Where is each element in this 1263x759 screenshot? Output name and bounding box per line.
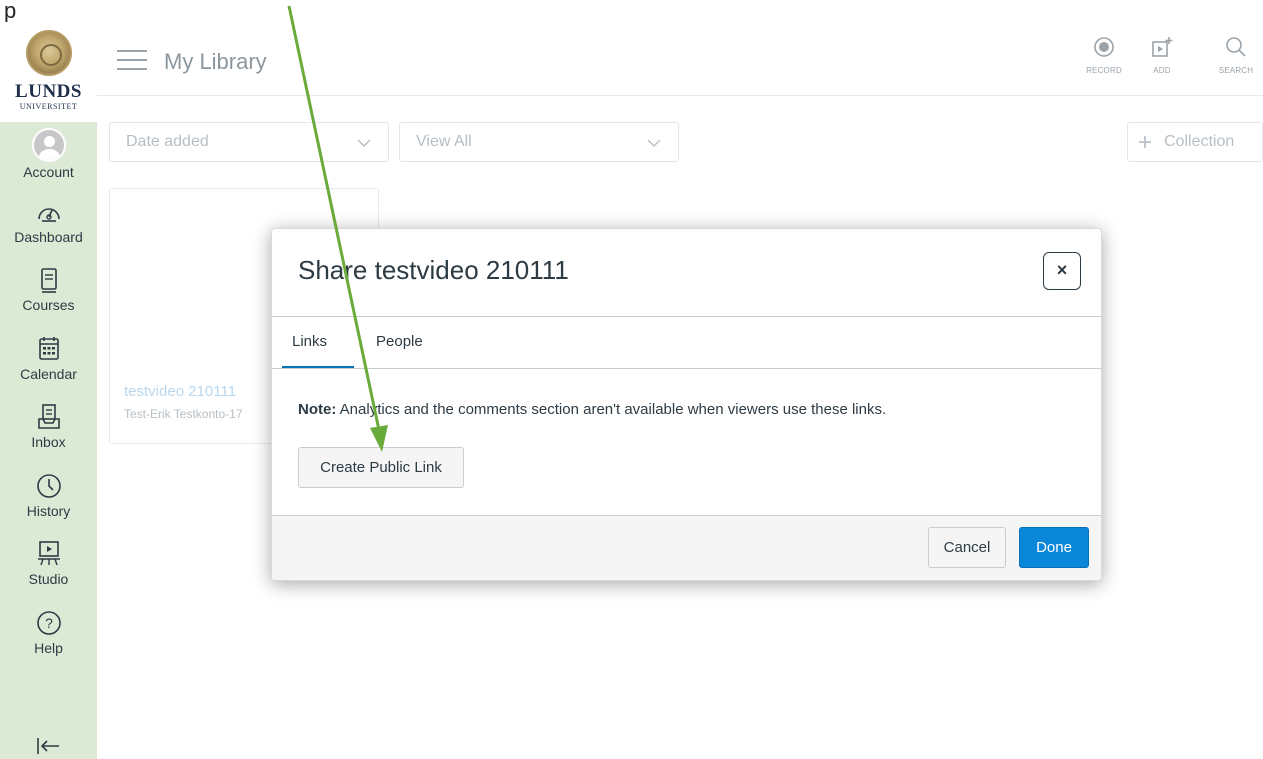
media-card-title[interactable]: testvideo 210111 [124, 383, 236, 400]
close-button[interactable]: × [1043, 252, 1081, 290]
chevron-down-icon [647, 139, 661, 147]
university-logo[interactable]: LUNDS UNIVERSITET [0, 22, 97, 122]
top-strip-fragment: p [4, 0, 17, 23]
nav-item-label: Account [23, 164, 74, 180]
record-icon [1094, 37, 1114, 57]
plus-icon: + [1138, 129, 1153, 156]
media-card-owner: Test-Erik Testkonto-17 [124, 407, 243, 421]
nav-item-label: Courses [22, 297, 75, 313]
studio-icon [37, 541, 60, 566]
create-public-link-button[interactable]: Create Public Link [298, 447, 464, 488]
divider [272, 316, 1101, 317]
note-text: Analytics and the comments section aren'… [336, 401, 887, 418]
nav-item-studio[interactable]: Studio [0, 539, 97, 588]
modal-title: Share testvideo 210111 [298, 255, 569, 285]
courses-icon [40, 268, 57, 293]
calendar-icon [38, 337, 59, 360]
add-collection-button[interactable]: + Collection [1127, 122, 1263, 162]
record-button[interactable]: RECORD [1077, 36, 1131, 75]
collapse-icon[interactable] [34, 735, 62, 757]
collection-label: Collection [1164, 133, 1235, 150]
logo-name: LUNDS [15, 81, 82, 102]
add-media-button[interactable]: ADD [1135, 36, 1189, 75]
top-strip: p [0, 0, 1263, 22]
header: My Library RECORD ADD SEARCH [97, 22, 1263, 96]
view-select-value: View All [416, 133, 472, 150]
cancel-button[interactable]: Cancel [928, 527, 1006, 568]
nav-item-history[interactable]: History [0, 471, 97, 520]
tab-people[interactable]: People [376, 333, 423, 350]
share-modal: Share testvideo 210111 × Links People No… [271, 228, 1102, 581]
nav-item-account[interactable]: Account [0, 128, 97, 181]
search-button[interactable]: SEARCH [1209, 36, 1263, 75]
add-label: ADD [1153, 66, 1171, 75]
inbox-icon [37, 404, 60, 429]
nav-item-label: Help [34, 640, 63, 656]
divider [272, 368, 1101, 369]
nav-item-label: Dashboard [14, 229, 83, 245]
add-media-icon [1152, 37, 1173, 57]
note-label: Note: [298, 401, 337, 418]
share-note: Note: Analytics and the comments section… [298, 401, 886, 418]
dashboard-icon [37, 208, 60, 222]
nav-item-help[interactable]: ? Help [0, 608, 97, 657]
nav-item-dashboard[interactable]: Dashboard [0, 197, 97, 246]
nav-item-label: Inbox [31, 434, 66, 450]
global-nav: LUNDS UNIVERSITET Account Dashboard Cour… [0, 22, 97, 759]
search-label: SEARCH [1218, 66, 1254, 75]
nav-item-label: Studio [28, 571, 69, 587]
nav-item-inbox[interactable]: Inbox [0, 402, 97, 451]
sort-select-value: Date added [126, 133, 209, 150]
nav-item-label: History [26, 503, 71, 519]
page-title: My Library [164, 49, 267, 74]
sort-select[interactable]: Date added [109, 122, 389, 162]
history-icon [36, 474, 61, 498]
avatar [31, 128, 66, 162]
help-icon: ? [36, 611, 61, 635]
record-label: RECORD [1086, 66, 1122, 75]
svg-text:?: ? [45, 615, 53, 631]
nav-item-calendar[interactable]: Calendar [0, 334, 97, 383]
university-seal-icon [26, 30, 72, 76]
chevron-down-icon [357, 139, 371, 147]
hamburger-menu-icon[interactable] [117, 50, 147, 70]
nav-item-courses[interactable]: Courses [0, 265, 97, 314]
app-root: p LUNDS UNIVERSITET Account Dashboard Co… [0, 0, 1263, 759]
view-select[interactable]: View All [399, 122, 679, 162]
logo-subtitle: UNIVERSITET [19, 102, 78, 111]
done-button[interactable]: Done [1019, 527, 1089, 568]
tab-links[interactable]: Links [292, 333, 327, 350]
nav-item-label: Calendar [20, 366, 77, 382]
search-icon [1226, 37, 1246, 57]
close-icon: × [1056, 260, 1068, 280]
